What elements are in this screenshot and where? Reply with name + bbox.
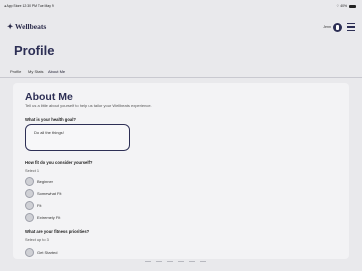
battery-label: ⌔ 40% [336,4,347,8]
battery-icon [349,4,356,8]
about-me-subtitle: Tell us a little about yourself to help … [25,103,152,108]
health-goal-input[interactable]: Do all the things! [25,124,130,151]
checkbox-get-started[interactable] [25,248,34,257]
radio-extremely-fit[interactable] [25,213,34,222]
health-goal-label: What is your health goal? [25,117,76,122]
user-name[interactable]: Jenn [323,25,331,29]
option-label[interactable]: Beginner [37,179,53,184]
app-header: ✦ Wellbeats Jenn [0,12,362,34]
option-label[interactable]: Get Started [37,250,57,255]
fitness-priorities-helper: Select up to 3 [25,237,49,242]
status-bar-left: ◂ App Store 12:30 PM Tue May 9 [4,4,54,8]
scroll-indicator [145,253,215,263]
health-goal-value[interactable]: Do all the things! [34,130,64,135]
fitness-level-label: How fit do you consider yourself? [25,160,93,165]
option-label[interactable]: Somewhat Fit [37,191,61,196]
status-bar-right: ⌔ 40% [336,4,356,9]
option-label[interactable]: Extremely Fit [37,215,60,220]
status-bar: ◂ App Store 12:30 PM Tue May 9 ⌔ 40% [0,0,362,12]
fitness-priorities-label: What are your fitness priorities? [25,229,90,234]
hamburger-menu-icon[interactable] [347,23,355,31]
tab-my-stats[interactable]: My Stats [28,69,44,74]
radio-beginner[interactable] [25,177,34,186]
option-label[interactable]: Fit [37,203,41,208]
radio-somewhat-fit[interactable] [25,189,34,198]
tab-about-me[interactable]: About Me [48,69,66,78]
avatar-icon[interactable] [333,23,342,32]
wellbeats-logo[interactable]: ✦ Wellbeats [7,22,46,31]
radio-fit[interactable] [25,201,34,210]
tabs-divider [0,77,362,78]
page-title: Profile [14,43,55,58]
fitness-level-helper: Select 1 [25,168,40,173]
tab-profile[interactable]: Profile [10,69,21,74]
about-me-heading: About Me [25,91,73,103]
